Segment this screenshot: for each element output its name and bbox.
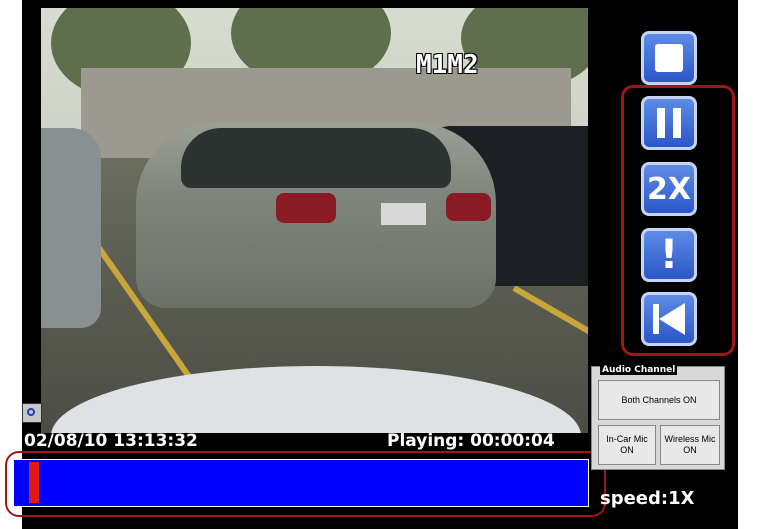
video-frame[interactable]: M1M2 <box>41 8 588 433</box>
camera-select-icon[interactable] <box>22 403 42 423</box>
timeline-highlight <box>5 451 606 517</box>
camera-label: M1M2 <box>416 50 479 80</box>
stop-button[interactable] <box>641 31 697 85</box>
both-channels-button[interactable]: Both Channels ON <box>598 380 720 420</box>
audio-channel-title: Audio Channel <box>600 365 678 375</box>
controls-highlight <box>621 85 735 356</box>
audio-channel-panel: Audio Channel Both Channels ON In-Car Mi… <box>591 365 725 470</box>
parked-car-left <box>41 128 101 328</box>
patrol-car-hood <box>51 366 581 433</box>
speed-indicator: speed:1X <box>600 488 695 509</box>
incar-mic-button[interactable]: In-Car Mic ON <box>598 425 656 465</box>
timestamp: 02/08/10 13:13:32 <box>24 431 198 451</box>
playing-status: Playing: 00:00:04 <box>387 431 555 451</box>
stop-icon <box>655 44 683 72</box>
wireless-mic-button[interactable]: Wireless Mic ON <box>660 425 720 465</box>
